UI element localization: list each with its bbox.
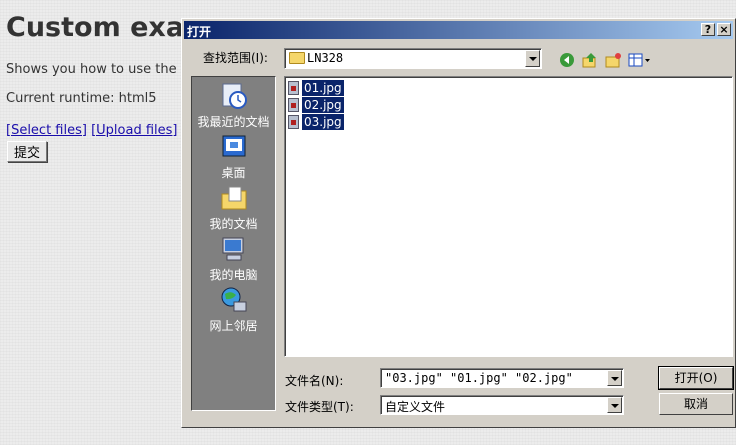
page-links: [Select files] [Upload files]: [6, 123, 178, 138]
new-folder-icon[interactable]: [605, 52, 621, 68]
image-file-icon: [288, 81, 299, 95]
file-name: 03.jpg: [302, 114, 344, 130]
filetype-value: 自定义文件: [385, 400, 446, 414]
view-menu-icon[interactable]: [628, 52, 652, 68]
lookin-combo[interactable]: LN328: [284, 48, 542, 69]
place-my-computer[interactable]: 我的电脑: [192, 235, 275, 283]
close-button[interactable]: ×: [717, 23, 731, 36]
place-recent[interactable]: 我最近的文档: [192, 82, 275, 130]
place-label: 我的文档: [209, 217, 258, 231]
chevron-down-icon[interactable]: [607, 370, 622, 386]
place-network[interactable]: 网上邻居: [192, 286, 275, 334]
filetype-label: 文件类型(T):: [285, 400, 354, 414]
my-documents-icon: [220, 184, 248, 212]
file-name: 01.jpg: [302, 80, 344, 96]
submit-button[interactable]: 提交: [7, 141, 48, 162]
network-places-icon: [220, 286, 248, 314]
up-folder-icon[interactable]: [582, 52, 598, 68]
place-label: 桌面: [221, 166, 246, 180]
filename-value: "03.jpg" "01.jpg" "02.jpg": [385, 371, 573, 385]
place-my-documents[interactable]: 我的文档: [192, 184, 275, 232]
chevron-down-icon[interactable]: [525, 50, 540, 67]
cancel-button[interactable]: 取消: [659, 393, 733, 415]
open-button[interactable]: 打开(O): [658, 366, 734, 390]
image-file-icon: [288, 115, 299, 129]
folder-icon: [289, 52, 305, 64]
upload-files-link[interactable]: [Upload files]: [91, 123, 177, 138]
lookin-value: LN328: [307, 51, 344, 65]
open-file-dialog: 打开 ? × 查找范围(I): LN328 我最近的文档 桌面 我的文档 我的电…: [181, 18, 736, 428]
lookin-label: 查找范围(I):: [203, 51, 268, 65]
place-label: 我的电脑: [209, 268, 258, 282]
runtime-text: Current runtime: html5: [6, 91, 157, 106]
help-button[interactable]: ?: [701, 23, 715, 36]
page-description: Shows you how to use the: [6, 62, 177, 77]
file-name: 02.jpg: [302, 97, 344, 113]
place-desktop[interactable]: 桌面: [192, 133, 275, 181]
places-bar: 我最近的文档 桌面 我的文档 我的电脑 网上邻居: [191, 76, 276, 411]
back-icon[interactable]: [559, 52, 575, 68]
filename-input[interactable]: "03.jpg" "01.jpg" "02.jpg": [380, 368, 624, 388]
chevron-down-icon[interactable]: [607, 397, 622, 413]
file-list[interactable]: 01.jpg 02.jpg 03.jpg: [284, 76, 733, 357]
page-title: Custom exa: [6, 12, 185, 43]
my-computer-icon: [220, 235, 248, 263]
filename-label: 文件名(N):: [285, 374, 344, 388]
select-files-link[interactable]: [Select files]: [6, 123, 87, 138]
filetype-select[interactable]: 自定义文件: [380, 395, 624, 415]
dialog-titlebar[interactable]: 打开 ? ×: [184, 21, 733, 39]
recent-documents-icon: [220, 82, 248, 110]
place-label: 我最近的文档: [197, 115, 270, 129]
place-label: 网上邻居: [209, 319, 258, 333]
desktop-icon: [220, 133, 248, 161]
dialog-title: 打开: [187, 25, 212, 39]
image-file-icon: [288, 98, 299, 112]
